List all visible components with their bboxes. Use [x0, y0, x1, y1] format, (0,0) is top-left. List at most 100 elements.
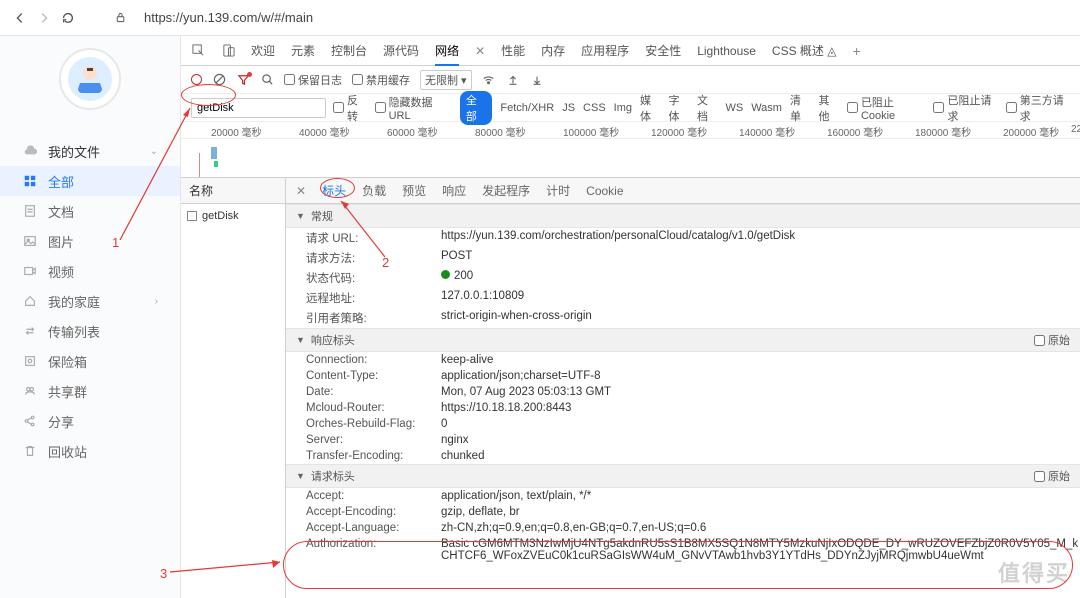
- sidebar-item-label: 图片: [48, 232, 74, 251]
- tab-security[interactable]: 安全性: [645, 42, 681, 59]
- request-headers-section[interactable]: ▼请求标头原始: [286, 464, 1080, 488]
- detail-tab-timing[interactable]: 计时: [546, 182, 570, 199]
- inspect-icon[interactable]: [191, 44, 205, 58]
- tab-network[interactable]: 网络: [435, 42, 459, 59]
- filter-icon[interactable]: [236, 73, 250, 87]
- general-section-header[interactable]: ▼常规: [286, 204, 1080, 228]
- devtools-panel: 欢迎 元素 控制台 源代码 网络 ✕ 性能 内存 应用程序 安全性 Lighth…: [180, 36, 1080, 598]
- detail-tab-preview[interactable]: 预览: [402, 182, 426, 199]
- video-icon: [22, 263, 38, 279]
- sidebar-item-docs[interactable]: 文档: [0, 196, 180, 226]
- chevron-right-icon: ›: [155, 296, 158, 307]
- type-wasm[interactable]: Wasm: [751, 102, 782, 114]
- type-fetch[interactable]: Fetch/XHR: [500, 102, 554, 114]
- detail-tab-payload[interactable]: 负载: [362, 182, 386, 199]
- forward-icon[interactable]: [36, 10, 52, 26]
- type-doc[interactable]: 文档: [697, 92, 717, 124]
- sidebar-item-safe[interactable]: 保险箱: [0, 346, 180, 376]
- lock-icon[interactable]: [112, 10, 128, 26]
- type-img[interactable]: Img: [614, 102, 632, 114]
- type-media[interactable]: 媒体: [640, 92, 660, 124]
- detail-tab-headers[interactable]: 标头: [322, 182, 346, 199]
- tab-elements[interactable]: 元素: [291, 42, 315, 59]
- watermark: 值得买: [998, 556, 1070, 588]
- kv-row: Authorization:Basic cGM6MTM3NzIwMjU4NTg5…: [286, 536, 1080, 564]
- type-other[interactable]: 其他: [818, 92, 838, 124]
- download-icon[interactable]: [530, 73, 544, 87]
- type-manifest[interactable]: 清单: [790, 92, 810, 124]
- preserve-log-checkbox[interactable]: 保留日志: [284, 72, 342, 88]
- kv-row: Accept-Encoding:gzip, deflate, br: [286, 504, 1080, 520]
- invert-checkbox[interactable]: 反转: [333, 92, 367, 124]
- kv-row: 请求方法:POST: [286, 248, 1080, 268]
- throttle-dropdown[interactable]: 无限制 ▾: [420, 70, 472, 90]
- search-icon[interactable]: [260, 73, 274, 87]
- tab-performance[interactable]: 性能: [501, 42, 525, 59]
- filter-input[interactable]: [191, 98, 326, 118]
- detail-tab-cookies[interactable]: Cookie: [586, 184, 623, 198]
- sidebar-item-sharegroup[interactable]: 共享群: [0, 376, 180, 406]
- raw-checkbox[interactable]: 原始: [1034, 468, 1070, 484]
- detail-tab-response[interactable]: 响应: [442, 182, 466, 199]
- upload-icon[interactable]: [506, 73, 520, 87]
- request-name-label: getDisk: [202, 210, 239, 222]
- sidebar-item-label: 视频: [48, 262, 74, 281]
- tab-welcome[interactable]: 欢迎: [251, 42, 275, 59]
- grid-icon: [22, 173, 38, 189]
- tab-memory[interactable]: 内存: [541, 42, 565, 59]
- hide-data-url-checkbox[interactable]: 隐藏数据 URL: [375, 94, 452, 122]
- sidebar-item-all[interactable]: 全部: [0, 166, 180, 196]
- sidebar-item-label: 保险箱: [48, 352, 87, 371]
- clear-icon[interactable]: [212, 73, 226, 87]
- sidebar-item-transfer[interactable]: 传输列表: [0, 316, 180, 346]
- browser-toolbar: [0, 0, 1080, 36]
- kv-row: 引用者策略:strict-origin-when-cross-origin: [286, 308, 1080, 328]
- type-js[interactable]: JS: [562, 102, 575, 114]
- type-all[interactable]: 全部: [460, 91, 492, 125]
- response-headers-section[interactable]: ▼响应标头原始: [286, 328, 1080, 352]
- sidebar-item-videos[interactable]: 视频: [0, 256, 180, 286]
- avatar[interactable]: [59, 48, 121, 110]
- sidebar-item-myfiles[interactable]: 我的文件⌄: [0, 136, 180, 166]
- disable-cache-checkbox[interactable]: 禁用缓存: [352, 72, 410, 88]
- url-input[interactable]: [136, 6, 1068, 29]
- network-timeline[interactable]: 20000 毫秒 40000 毫秒 60000 毫秒 80000 毫秒 1000…: [181, 122, 1080, 178]
- add-tab-icon[interactable]: +: [853, 43, 861, 59]
- kv-row: Content-Type:application/json;charset=UT…: [286, 368, 1080, 384]
- name-column-header[interactable]: 名称: [181, 178, 285, 204]
- request-list: 名称 getDisk: [181, 178, 286, 598]
- tab-console[interactable]: 控制台: [331, 42, 367, 59]
- sidebar-item-label: 我的文件: [48, 142, 100, 161]
- close-tab-icon[interactable]: ✕: [475, 44, 485, 58]
- third-party-checkbox[interactable]: 第三方请求: [1006, 92, 1070, 124]
- blocked-cookies-checkbox[interactable]: 已阻止 Cookie: [847, 94, 926, 122]
- type-css[interactable]: CSS: [583, 102, 606, 114]
- request-row[interactable]: getDisk: [181, 204, 285, 228]
- transfer-icon: [22, 323, 38, 339]
- tab-css-overview[interactable]: CSS 概述 ◬: [772, 42, 837, 59]
- sidebar-item-images[interactable]: 图片: [0, 226, 180, 256]
- tab-application[interactable]: 应用程序: [581, 42, 629, 59]
- tab-lighthouse[interactable]: Lighthouse: [697, 44, 756, 58]
- tab-sources[interactable]: 源代码: [383, 42, 419, 59]
- sidebar-item-trash[interactable]: 回收站: [0, 436, 180, 466]
- type-ws[interactable]: WS: [725, 102, 743, 114]
- cloud-sidebar: 我的文件⌄ 全部 文档 图片 视频 我的家庭› 传输列表 保险箱 共享群 分享 …: [0, 36, 180, 598]
- status-dot-icon: [441, 270, 450, 279]
- sidebar-item-family[interactable]: 我的家庭›: [0, 286, 180, 316]
- raw-checkbox[interactable]: 原始: [1034, 332, 1070, 348]
- device-icon[interactable]: [221, 44, 235, 58]
- kv-row: Orches-Rebuild-Flag:0: [286, 416, 1080, 432]
- sidebar-item-share[interactable]: 分享: [0, 406, 180, 436]
- back-icon[interactable]: [12, 10, 28, 26]
- close-detail-icon[interactable]: ✕: [296, 184, 306, 198]
- record-icon[interactable]: [191, 74, 202, 85]
- type-font[interactable]: 字体: [669, 92, 689, 124]
- refresh-icon[interactable]: [60, 10, 76, 26]
- devtools-tabs-bar: 欢迎 元素 控制台 源代码 网络 ✕ 性能 内存 应用程序 安全性 Lighth…: [181, 36, 1080, 66]
- wifi-icon[interactable]: [482, 73, 496, 87]
- detail-tab-initiator[interactable]: 发起程序: [482, 182, 530, 199]
- doc-icon: [22, 203, 38, 219]
- blocked-req-checkbox[interactable]: 已阻止请求: [933, 92, 997, 124]
- network-filter-row: ◎ 反转 隐藏数据 URL 全部 Fetch/XHR JS CSS Img 媒体…: [181, 94, 1080, 122]
